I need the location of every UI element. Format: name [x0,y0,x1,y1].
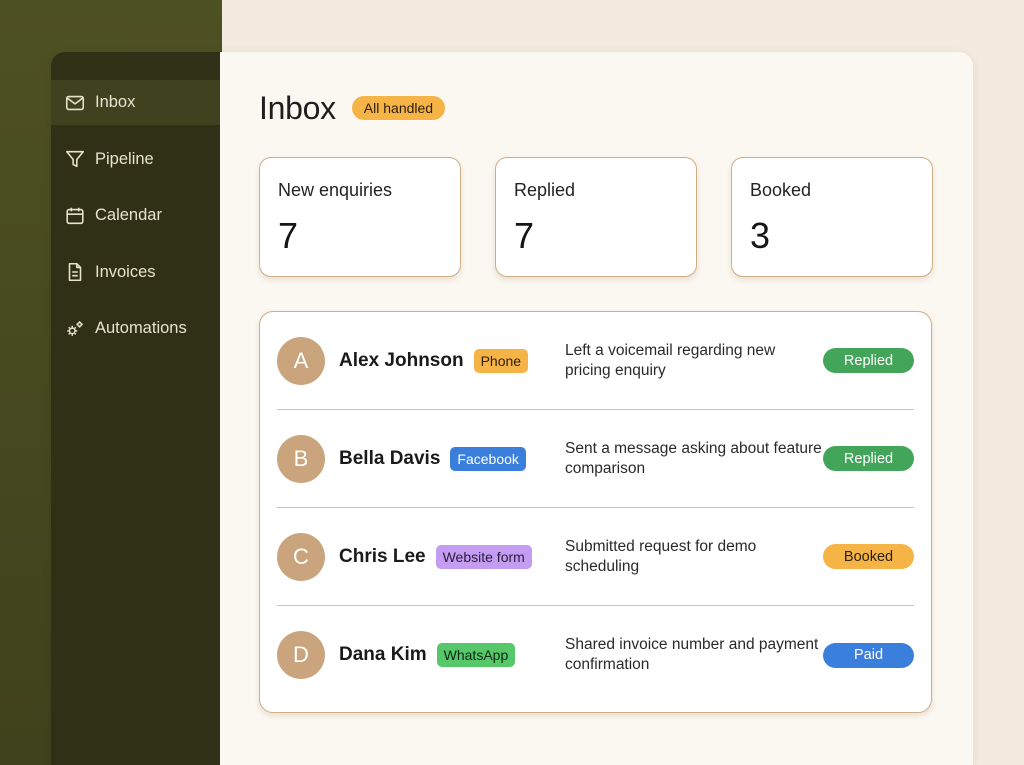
stat-card-new-enquiries[interactable]: New enquiries 7 [259,157,461,277]
status-badge: Replied [823,348,914,373]
stat-label: New enquiries [278,180,393,200]
status-badge: Booked [823,544,914,569]
status-badge: All handled [351,96,446,120]
channel-badge: Phone [473,348,529,373]
contact-name: Bella Davis [339,447,441,469]
sidebar: Inbox Pipeline Calendar Invoices Automat… [51,52,220,765]
contact-block: D Dana Kim WhatsApp [277,631,565,679]
sidebar-item-label: Pipeline [95,149,154,168]
stat-value: 7 [514,215,535,256]
app-window: Inbox Pipeline Calendar Invoices Automat… [51,52,973,765]
sidebar-item-label: Calendar [95,206,162,224]
stat-card-replied[interactable]: Replied 7 [495,157,697,277]
sidebar-item-pipeline[interactable]: Pipeline [51,137,220,182]
avatar: A [277,336,325,385]
list-item[interactable]: D Dana Kim WhatsApp Shared invoice numbe… [277,606,914,704]
sidebar-item-label: Invoices [95,262,156,281]
stat-label: Booked [750,180,812,200]
avatar: D [277,631,325,679]
contact-block: C Chris Lee Website form [277,532,565,581]
contact-block: B Bella Davis Facebook [277,434,565,483]
contact-name: Chris Lee [339,545,426,567]
gears-icon [67,320,83,336]
stat-card-booked[interactable]: Booked 3 [731,157,933,277]
avatar: C [277,532,325,581]
message-preview: Left a voicemail regarding new pricing e… [565,341,776,379]
calendar-icon [66,207,84,224]
message-preview: Shared invoice number and payment confir… [565,636,819,673]
filter-icon [65,150,85,168]
stat-label: Replied [514,180,576,200]
channel-badge: WhatsApp [436,643,516,667]
main-content: Inbox All handled New enquiries 7 Replie… [220,52,973,765]
message-preview: Sent a message asking about feature comp… [565,439,822,477]
channel-badge: Website form [435,544,532,569]
contact-block: A Alex Johnson Phone [277,336,565,385]
status-badge: Replied [823,446,914,471]
enquiry-list: A Alex Johnson Phone Left a voicemail re… [259,311,932,713]
list-item[interactable]: B Bella Davis Facebook Sent a message as… [277,410,914,508]
list-item[interactable]: C Chris Lee Website form Submitted reque… [277,508,914,606]
status-badge: Paid [823,642,914,668]
stat-value: 3 [750,215,771,256]
sidebar-item-invoices[interactable]: Invoices [51,250,220,295]
sidebar-item-label: Inbox [95,93,136,111]
contact-name: Dana Kim [339,644,427,665]
sidebar-item-automations[interactable]: Automations [51,306,220,351]
stats-row: New enquiries 7 Replied 7 Booked 3 [259,157,933,277]
title-row: Inbox All handled [259,90,933,126]
stat-value: 7 [278,215,299,256]
sidebar-item-label: Automations [95,319,187,337]
contact-name: Alex Johnson [339,349,464,371]
document-icon [68,262,82,282]
avatar: B [277,434,325,483]
sidebar-item-inbox[interactable]: Inbox [51,80,220,125]
message-preview: Submitted request for demo scheduling [565,537,757,575]
mail-icon [65,95,85,110]
page-title: Inbox [259,89,336,126]
sidebar-item-calendar[interactable]: Calendar [51,193,220,238]
list-item[interactable]: A Alex Johnson Phone Left a voicemail re… [277,312,914,410]
channel-badge: Facebook [450,446,526,471]
